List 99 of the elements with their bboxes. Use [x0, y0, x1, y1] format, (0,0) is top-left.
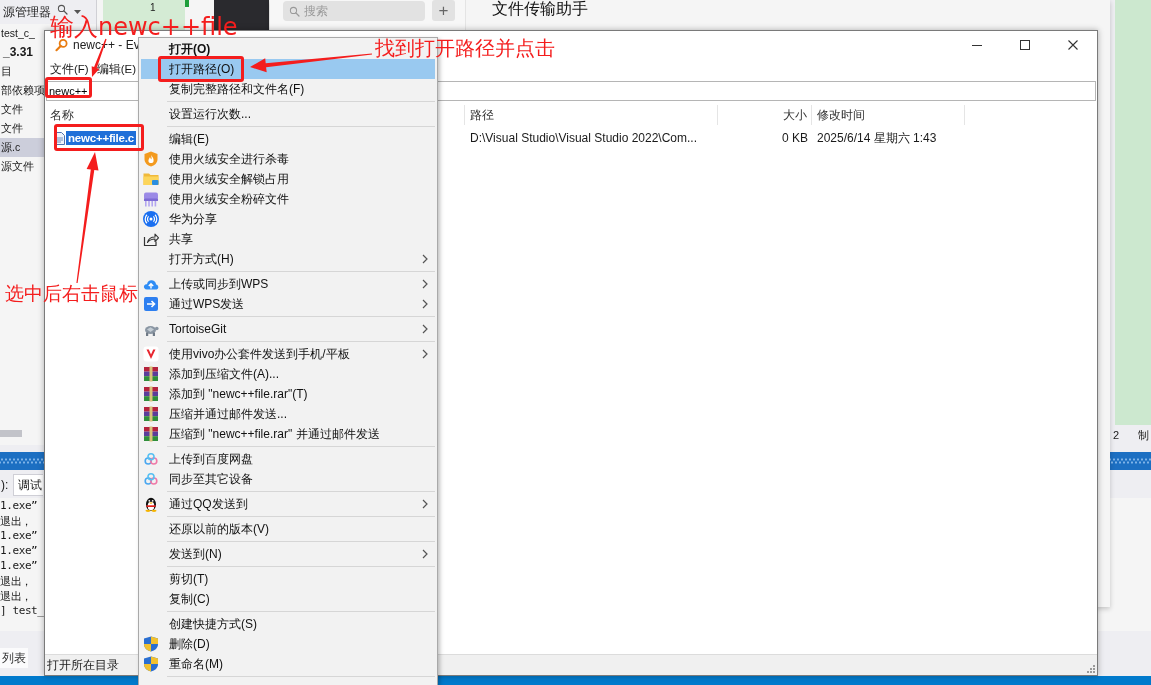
books-stack-icon [143, 406, 159, 422]
panel-title: 源管理器 [3, 3, 51, 19]
books-stack-icon [143, 386, 159, 402]
menu-item[interactable]: 设置运行次数... [141, 104, 255, 124]
v-logo-icon [143, 346, 159, 362]
menu-item[interactable]: 共享 [141, 229, 197, 249]
menu-item[interactable]: 剪切(T) [141, 569, 213, 589]
shredder-icon [143, 191, 159, 207]
maximize-icon [1020, 40, 1030, 50]
rings-icon [143, 451, 159, 467]
tree-item[interactable]: 目 [0, 62, 44, 81]
menu-item[interactable]: 通过WPS发送 [141, 294, 435, 314]
tree-item[interactable]: 文件 [0, 100, 44, 119]
file-size: 0 KB [782, 131, 808, 145]
shield-flame-icon [143, 151, 159, 167]
tree-item[interactable]: 源文件 [0, 157, 44, 176]
output-line: 1.exe” [0, 559, 38, 574]
menu-item[interactable]: 上传或同步到WPS [141, 274, 435, 294]
chevron-right-icon [422, 499, 428, 509]
magnifier-icon [55, 38, 68, 52]
menu-item[interactable]: 使用火绒安全解锁占用 [141, 169, 293, 189]
change-bar [185, 0, 189, 7]
wireless-icon [143, 211, 159, 227]
minimize-icon [972, 44, 982, 46]
column-header[interactable]: 修改时间 [812, 105, 965, 125]
resize-grip-icon [1086, 664, 1095, 673]
file-icon [55, 131, 65, 145]
output-line: 退出， [0, 574, 32, 589]
chevron-right-icon [422, 254, 428, 264]
preview-text: 1 [150, 4, 156, 12]
tree-item[interactable]: test_c_ [0, 24, 44, 43]
menu-item[interactable]: 编辑(E) [141, 129, 213, 149]
menu-item[interactable]: 删除(D) [141, 634, 214, 654]
books-stack-icon [143, 366, 159, 382]
menu-item[interactable]: 使用vivo办公套件发送到手机/平板 [141, 344, 435, 364]
menu-item[interactable]: 华为分享 [141, 209, 221, 229]
chevron-right-icon [422, 324, 428, 334]
books-stack-icon [143, 426, 159, 442]
shield-icon [143, 656, 159, 672]
menu-item[interactable]: 还原以前的版本(V) [141, 519, 273, 539]
panel-tab[interactable]: 列表 [0, 648, 28, 668]
menu-item[interactable]: 压缩到 "newc++file.rar" 并通过邮件发送 [141, 424, 384, 444]
menu-item[interactable]: 文件(F) [50, 59, 89, 79]
arrow-square-icon [143, 296, 159, 312]
column-header[interactable]: 大小 [718, 105, 812, 125]
scrollbar[interactable] [0, 430, 22, 437]
menu-item[interactable]: 使用火绒安全进行杀毒 [141, 149, 293, 169]
chevron-right-icon [422, 549, 428, 559]
output-line: 1.exe” [0, 529, 38, 544]
search-field[interactable]: 搜索 [283, 1, 425, 21]
line-number: 2 [1113, 429, 1120, 441]
folder-icon [143, 171, 159, 187]
menu-item[interactable]: 通过QQ发送到 [141, 494, 435, 514]
menu-item[interactable]: 压缩并通过邮件发送... [141, 404, 291, 424]
search-icon [289, 5, 300, 17]
annotation-text: 找到打开路径并点击 [375, 38, 555, 58]
status-text: 打开所在目录 [47, 656, 119, 674]
source-dropdown[interactable]: 调试 [13, 474, 44, 496]
share-icon [143, 231, 159, 247]
tree-item[interactable]: 部依赖项 [0, 81, 44, 100]
highlight-frame [45, 77, 92, 98]
menu-item[interactable]: 添加到压缩文件(A)... [141, 364, 283, 384]
menu-item[interactable]: 上传到百度网盘 [141, 449, 257, 469]
output-line: ] test_ [0, 604, 44, 619]
menu-item[interactable]: 打开路径(O) [141, 59, 435, 79]
close-icon [1068, 40, 1078, 50]
menu-item[interactable]: 同步至其它设备 [141, 469, 257, 489]
chevron-right-icon [422, 349, 428, 359]
source-label: ): [0, 478, 9, 492]
output-line: 退出， [0, 514, 32, 529]
menu-item[interactable]: 复制(C) [141, 589, 214, 609]
menu-item[interactable]: 重命名(M) [141, 654, 227, 674]
output-line: 1.exe” [0, 544, 38, 559]
menu-item[interactable]: 使用火绒安全粉碎文件 [141, 189, 293, 209]
tree-item[interactable]: _3.31 [0, 43, 44, 62]
menu-item[interactable]: TortoiseGit [141, 319, 435, 339]
file-path: D:\Visual Studio\Visual Studio 2022\Com... [470, 131, 698, 145]
chat-title: 文件传输助手 [492, 0, 588, 18]
menu-item[interactable]: 打开方式(H) [141, 249, 435, 269]
output-line: 退出， [0, 589, 32, 604]
add-button[interactable]: + [432, 0, 455, 21]
menu-item[interactable]: 添加到 "newc++file.rar"(T) [141, 384, 312, 404]
modified-date: 2025/6/14 星期六 1:43 [817, 130, 937, 145]
caret-down-icon [74, 10, 81, 14]
file-name[interactable]: newc++file.c [66, 131, 136, 145]
output-line: 1.exe” [0, 499, 38, 514]
penguin-icon [143, 496, 159, 512]
search-icon [57, 4, 68, 15]
tree-item[interactable]: 源.c [0, 138, 44, 157]
menu-item[interactable]: 复制完整路径和文件名(F) [141, 79, 309, 99]
column-header[interactable]: 路径 [465, 105, 718, 125]
tree-item[interactable]: 文件 [0, 119, 44, 138]
menu-item[interactable]: 创建快捷方式(S) [141, 614, 261, 634]
menu-item[interactable]: 发送到(N) [141, 544, 435, 564]
shield-icon [143, 636, 159, 652]
menu-item[interactable]: 打开(O) [141, 39, 215, 59]
status-text: 制 [1138, 427, 1150, 443]
menu-item[interactable]: 编辑(E) [96, 59, 137, 79]
rings-icon [143, 471, 159, 487]
